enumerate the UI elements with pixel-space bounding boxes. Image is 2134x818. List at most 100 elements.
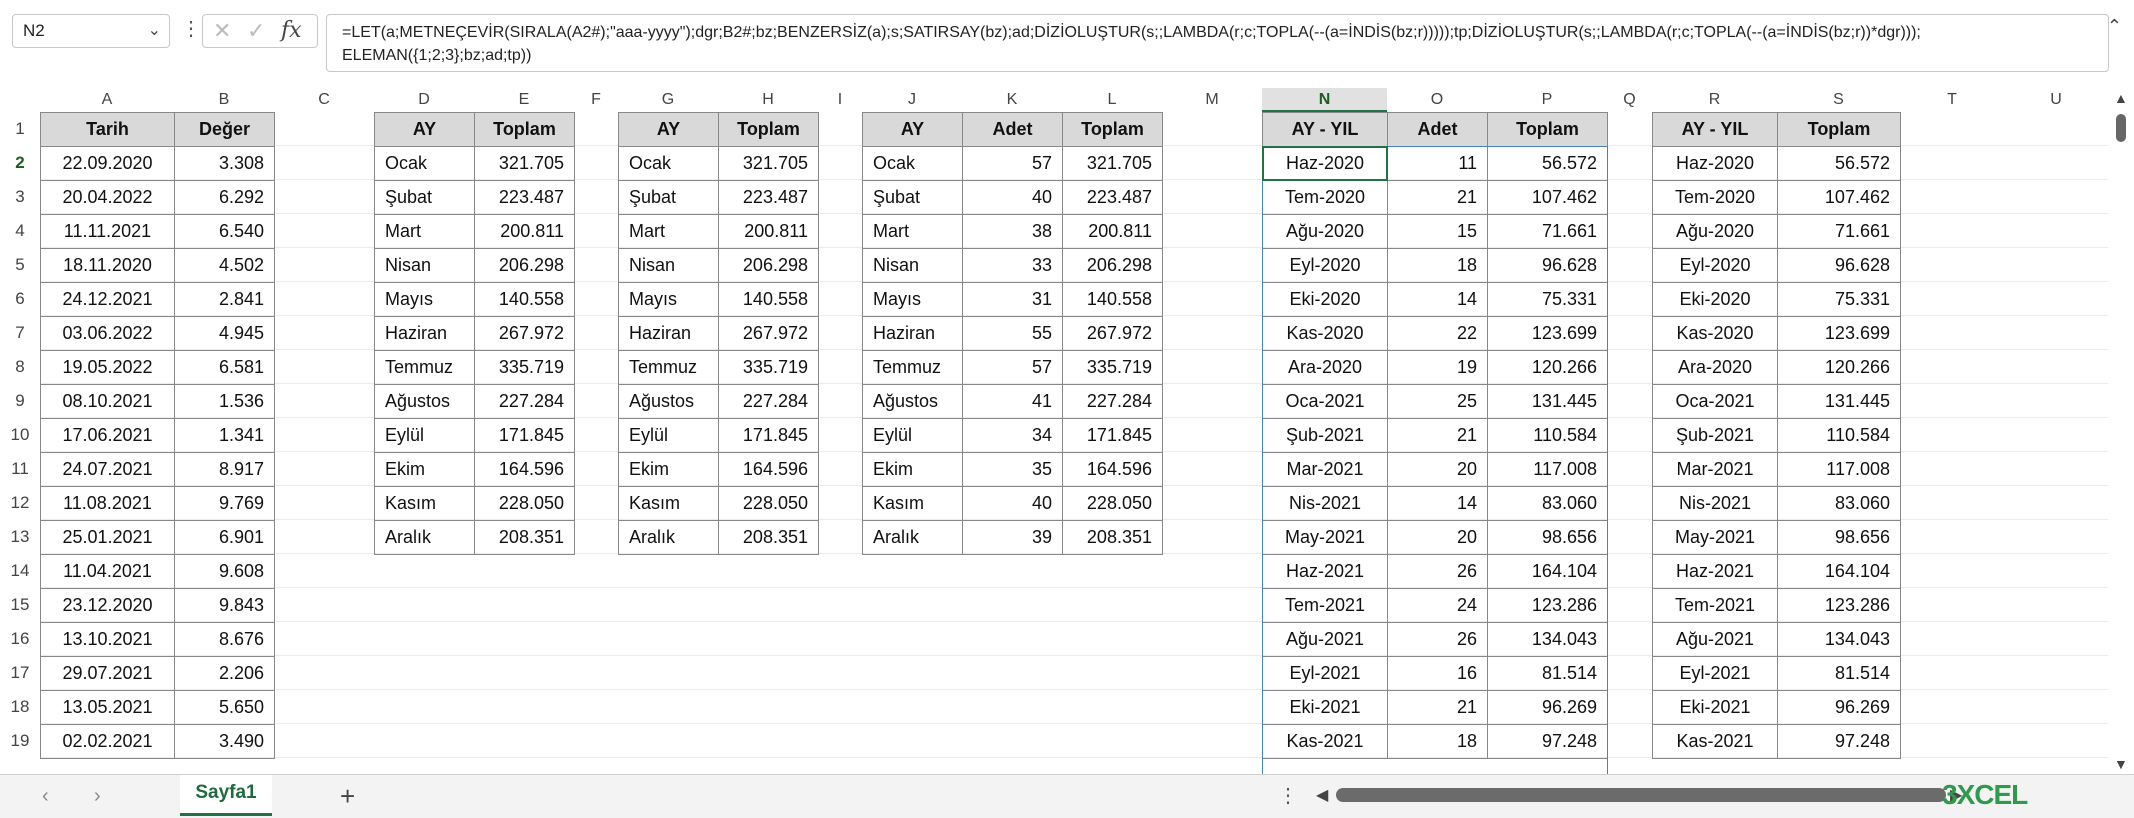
table-cell[interactable]: 228.050 bbox=[718, 486, 819, 521]
header-cell[interactable]: Toplam bbox=[1487, 112, 1608, 147]
more-options-icon[interactable]: ⋮ bbox=[181, 16, 201, 41]
table-cell[interactable]: 164.596 bbox=[718, 452, 819, 487]
table-cell[interactable]: 9.843 bbox=[174, 588, 275, 623]
table-cell[interactable]: 20 bbox=[1387, 520, 1488, 555]
table-cell[interactable]: 200.811 bbox=[1062, 214, 1163, 249]
table-cell[interactable]: 208.351 bbox=[718, 520, 819, 555]
table-cell[interactable]: Haziran bbox=[374, 316, 475, 351]
table-cell[interactable]: 223.487 bbox=[1062, 180, 1163, 215]
table-cell[interactable]: Ara-2020 bbox=[1652, 350, 1778, 385]
table-cell[interactable]: Haziran bbox=[862, 316, 963, 351]
table-cell[interactable]: Aralık bbox=[862, 520, 963, 555]
table-cell[interactable]: 140.558 bbox=[1062, 282, 1163, 317]
table-cell[interactable]: 24.07.2021 bbox=[40, 452, 175, 487]
table-cell[interactable]: 164.596 bbox=[1062, 452, 1163, 487]
table-cell[interactable]: 120.266 bbox=[1777, 350, 1901, 385]
column-header-r[interactable]: R bbox=[1652, 88, 1777, 112]
column-header-f[interactable]: F bbox=[574, 88, 618, 112]
table-cell[interactable]: 11 bbox=[1387, 146, 1488, 181]
table-cell[interactable]: 21 bbox=[1387, 690, 1488, 725]
table-cell[interactable]: Oca-2021 bbox=[1262, 384, 1388, 419]
table-cell[interactable]: Nis-2021 bbox=[1262, 486, 1388, 521]
table-cell[interactable]: 17.06.2021 bbox=[40, 418, 175, 453]
table-cell[interactable]: 71.661 bbox=[1487, 214, 1608, 249]
table-cell[interactable]: Nisan bbox=[618, 248, 719, 283]
worksheet-grid[interactable]: A B C D E F G H I J K L M N O P Q R S T U 1 2 3 4 5 6 7 8 9 10 11 12 13 14… bbox=[0, 88, 2108, 774]
table-cell[interactable]: 321.705 bbox=[1062, 146, 1163, 181]
table-cell[interactable]: 22.09.2020 bbox=[40, 146, 175, 181]
table-cell[interactable]: 5.650 bbox=[174, 690, 275, 725]
table-cell[interactable]: 1.341 bbox=[174, 418, 275, 453]
table-cell[interactable]: 03.06.2022 bbox=[40, 316, 175, 351]
column-header-s[interactable]: S bbox=[1777, 88, 1900, 112]
table-cell[interactable]: 22 bbox=[1387, 316, 1488, 351]
column-header-h[interactable]: H bbox=[718, 88, 818, 112]
table-cell[interactable]: 2.841 bbox=[174, 282, 275, 317]
table-cell[interactable]: 57 bbox=[962, 146, 1063, 181]
column-header-b[interactable]: B bbox=[174, 88, 274, 112]
table-cell[interactable]: Nisan bbox=[374, 248, 475, 283]
row-header-3[interactable]: 3 bbox=[0, 180, 40, 214]
table-cell[interactable]: Aralık bbox=[618, 520, 719, 555]
table-cell[interactable]: 24 bbox=[1387, 588, 1488, 623]
table-cell[interactable]: Şubat bbox=[374, 180, 475, 215]
column-header-o[interactable]: O bbox=[1387, 88, 1487, 112]
table-cell[interactable]: 335.719 bbox=[718, 350, 819, 385]
table-cell[interactable]: 227.284 bbox=[474, 384, 575, 419]
table-cell[interactable]: Ağu-2021 bbox=[1262, 622, 1388, 657]
table-cell[interactable]: 4.945 bbox=[174, 316, 275, 351]
table-cell[interactable]: 29.07.2021 bbox=[40, 656, 175, 691]
table-cell[interactable]: Kasım bbox=[618, 486, 719, 521]
table-cell[interactable]: Eki-2021 bbox=[1652, 690, 1778, 725]
table-cell[interactable]: 11.11.2021 bbox=[40, 214, 175, 249]
table-cell[interactable]: 206.298 bbox=[474, 248, 575, 283]
table-cell[interactable]: 75.331 bbox=[1487, 282, 1608, 317]
table-cell[interactable]: Mar-2021 bbox=[1262, 452, 1388, 487]
table-cell[interactable]: 140.558 bbox=[718, 282, 819, 317]
table-cell[interactable]: 321.705 bbox=[474, 146, 575, 181]
table-cell[interactable]: Ocak bbox=[862, 146, 963, 181]
table-cell[interactable]: Mar-2021 bbox=[1652, 452, 1778, 487]
column-header-n[interactable]: N bbox=[1262, 88, 1387, 112]
table-cell[interactable]: 83.060 bbox=[1487, 486, 1608, 521]
row-header-17[interactable]: 17 bbox=[0, 656, 40, 690]
table-cell[interactable]: 26 bbox=[1387, 622, 1488, 657]
table-cell[interactable]: 6.581 bbox=[174, 350, 275, 385]
header-cell[interactable]: AY - YIL bbox=[1262, 112, 1388, 147]
column-header-t[interactable]: T bbox=[1900, 88, 2004, 112]
table-cell[interactable]: 9.769 bbox=[174, 486, 275, 521]
table-cell[interactable]: Tem-2020 bbox=[1262, 180, 1388, 215]
row-header-11[interactable]: 11 bbox=[0, 452, 40, 486]
column-header-k[interactable]: K bbox=[962, 88, 1062, 112]
table-cell[interactable]: 55 bbox=[962, 316, 1063, 351]
chevron-down-icon[interactable]: ⌄ bbox=[148, 20, 161, 40]
table-cell[interactable]: 02.02.2021 bbox=[40, 724, 175, 759]
table-cell[interactable]: Mart bbox=[374, 214, 475, 249]
table-cell[interactable]: 123.699 bbox=[1487, 316, 1608, 351]
table-cell[interactable]: 6.901 bbox=[174, 520, 275, 555]
table-cell[interactable]: Kasım bbox=[374, 486, 475, 521]
table-cell[interactable]: 134.043 bbox=[1487, 622, 1608, 657]
table-cell[interactable]: 96.269 bbox=[1487, 690, 1608, 725]
row-header-16[interactable]: 16 bbox=[0, 622, 40, 656]
table-cell[interactable]: 110.584 bbox=[1777, 418, 1901, 453]
table-cell[interactable]: 98.656 bbox=[1487, 520, 1608, 555]
header-cell[interactable]: AY - YIL bbox=[1652, 112, 1778, 147]
table-cell[interactable]: Ağustos bbox=[618, 384, 719, 419]
table-cell[interactable]: Eki-2021 bbox=[1262, 690, 1388, 725]
table-cell[interactable]: Ağu-2020 bbox=[1652, 214, 1778, 249]
table-cell[interactable]: 171.845 bbox=[474, 418, 575, 453]
table-cell[interactable]: 34 bbox=[962, 418, 1063, 453]
header-cell[interactable]: Değer bbox=[174, 112, 275, 147]
table-cell[interactable]: May-2021 bbox=[1652, 520, 1778, 555]
table-cell[interactable]: Kasım bbox=[862, 486, 963, 521]
table-cell[interactable]: 56.572 bbox=[1777, 146, 1901, 181]
table-cell[interactable]: 18 bbox=[1387, 248, 1488, 283]
table-cell[interactable]: Ağu-2020 bbox=[1262, 214, 1388, 249]
header-cell[interactable]: AY bbox=[374, 112, 475, 147]
table-cell[interactable]: 19 bbox=[1387, 350, 1488, 385]
table-cell[interactable]: 8.917 bbox=[174, 452, 275, 487]
table-cell[interactable]: 131.445 bbox=[1777, 384, 1901, 419]
table-cell[interactable]: Şubat bbox=[618, 180, 719, 215]
table-cell[interactable]: Ekim bbox=[862, 452, 963, 487]
